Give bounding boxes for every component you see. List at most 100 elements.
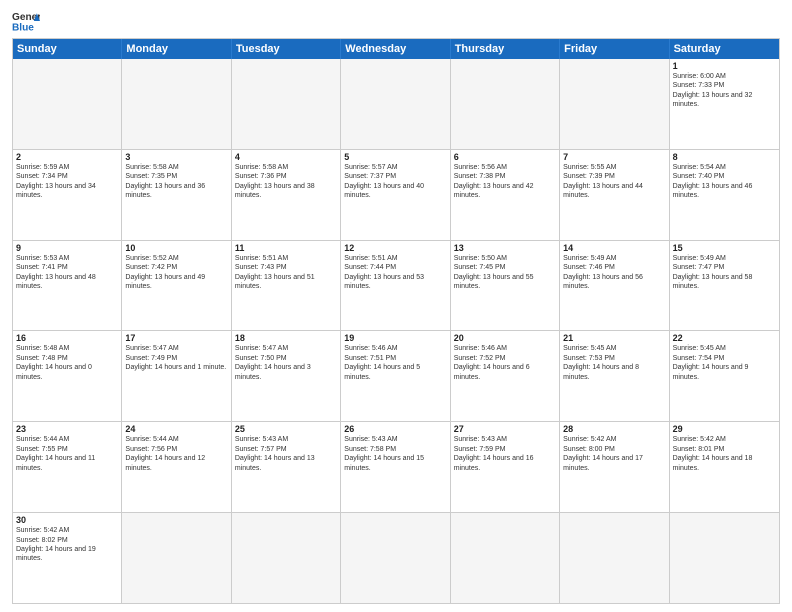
calendar-cell: 22Sunrise: 5:45 AMSunset: 7:54 PMDayligh…: [670, 331, 779, 421]
calendar-cell: 18Sunrise: 5:47 AMSunset: 7:50 PMDayligh…: [232, 331, 341, 421]
day-number: 12: [344, 243, 446, 253]
day-number: 20: [454, 333, 556, 343]
calendar-cell: 7Sunrise: 5:55 AMSunset: 7:39 PMDaylight…: [560, 150, 669, 240]
cell-sun-info: Sunrise: 5:51 AMSunset: 7:44 PMDaylight:…: [344, 254, 446, 292]
cell-sun-info: Sunrise: 5:53 AMSunset: 7:41 PMDaylight:…: [16, 254, 118, 292]
calendar-cell: [232, 59, 341, 149]
calendar-row-5: 30Sunrise: 5:42 AMSunset: 8:02 PMDayligh…: [13, 513, 779, 603]
day-number: 15: [673, 243, 776, 253]
day-number: 7: [563, 152, 665, 162]
cell-sun-info: Sunrise: 5:42 AMSunset: 8:02 PMDaylight:…: [16, 526, 118, 564]
day-header-wednesday: Wednesday: [341, 39, 450, 59]
day-number: 9: [16, 243, 118, 253]
day-number: 3: [125, 152, 227, 162]
cell-sun-info: Sunrise: 5:42 AMSunset: 8:01 PMDaylight:…: [673, 435, 776, 473]
day-number: 14: [563, 243, 665, 253]
cell-sun-info: Sunrise: 5:54 AMSunset: 7:40 PMDaylight:…: [673, 163, 776, 201]
calendar-cell: 20Sunrise: 5:46 AMSunset: 7:52 PMDayligh…: [451, 331, 560, 421]
day-number: 10: [125, 243, 227, 253]
calendar-cell: [670, 513, 779, 603]
cell-sun-info: Sunrise: 5:50 AMSunset: 7:45 PMDaylight:…: [454, 254, 556, 292]
logo-icon: General Blue: [12, 10, 40, 32]
cell-sun-info: Sunrise: 5:43 AMSunset: 7:57 PMDaylight:…: [235, 435, 337, 473]
calendar-cell: 9Sunrise: 5:53 AMSunset: 7:41 PMDaylight…: [13, 241, 122, 331]
cell-sun-info: Sunrise: 5:43 AMSunset: 7:59 PMDaylight:…: [454, 435, 556, 473]
cell-sun-info: Sunrise: 5:46 AMSunset: 7:51 PMDaylight:…: [344, 344, 446, 382]
calendar-cell: 14Sunrise: 5:49 AMSunset: 7:46 PMDayligh…: [560, 241, 669, 331]
day-header-sunday: Sunday: [13, 39, 122, 59]
day-number: 5: [344, 152, 446, 162]
calendar-cell: 21Sunrise: 5:45 AMSunset: 7:53 PMDayligh…: [560, 331, 669, 421]
calendar: SundayMondayTuesdayWednesdayThursdayFrid…: [12, 38, 780, 604]
day-number: 16: [16, 333, 118, 343]
calendar-cell: 12Sunrise: 5:51 AMSunset: 7:44 PMDayligh…: [341, 241, 450, 331]
cell-sun-info: Sunrise: 5:48 AMSunset: 7:48 PMDaylight:…: [16, 344, 118, 382]
calendar-cell: 8Sunrise: 5:54 AMSunset: 7:40 PMDaylight…: [670, 150, 779, 240]
calendar-row-4: 23Sunrise: 5:44 AMSunset: 7:55 PMDayligh…: [13, 422, 779, 513]
cell-sun-info: Sunrise: 5:47 AMSunset: 7:49 PMDaylight:…: [125, 344, 227, 372]
cell-sun-info: Sunrise: 5:51 AMSunset: 7:43 PMDaylight:…: [235, 254, 337, 292]
day-number: 21: [563, 333, 665, 343]
calendar-cell: [122, 59, 231, 149]
cell-sun-info: Sunrise: 5:44 AMSunset: 7:56 PMDaylight:…: [125, 435, 227, 473]
cell-sun-info: Sunrise: 5:49 AMSunset: 7:46 PMDaylight:…: [563, 254, 665, 292]
calendar-cell: 26Sunrise: 5:43 AMSunset: 7:58 PMDayligh…: [341, 422, 450, 512]
day-number: 4: [235, 152, 337, 162]
calendar-cell: 17Sunrise: 5:47 AMSunset: 7:49 PMDayligh…: [122, 331, 231, 421]
cell-sun-info: Sunrise: 5:46 AMSunset: 7:52 PMDaylight:…: [454, 344, 556, 382]
day-header-friday: Friday: [560, 39, 669, 59]
day-number: 8: [673, 152, 776, 162]
calendar-cell: [451, 59, 560, 149]
calendar-cell: 28Sunrise: 5:42 AMSunset: 8:00 PMDayligh…: [560, 422, 669, 512]
calendar-cell: 10Sunrise: 5:52 AMSunset: 7:42 PMDayligh…: [122, 241, 231, 331]
day-header-thursday: Thursday: [451, 39, 560, 59]
day-number: 23: [16, 424, 118, 434]
calendar-cell: [122, 513, 231, 603]
day-number: 1: [673, 61, 776, 71]
calendar-row-1: 2Sunrise: 5:59 AMSunset: 7:34 PMDaylight…: [13, 150, 779, 241]
day-number: 19: [344, 333, 446, 343]
calendar-cell: [341, 59, 450, 149]
calendar-cell: 29Sunrise: 5:42 AMSunset: 8:01 PMDayligh…: [670, 422, 779, 512]
day-header-saturday: Saturday: [670, 39, 779, 59]
calendar-header: SundayMondayTuesdayWednesdayThursdayFrid…: [13, 39, 779, 59]
day-number: 22: [673, 333, 776, 343]
calendar-cell: [451, 513, 560, 603]
cell-sun-info: Sunrise: 5:56 AMSunset: 7:38 PMDaylight:…: [454, 163, 556, 201]
calendar-row-0: 1Sunrise: 6:00 AMSunset: 7:33 PMDaylight…: [13, 59, 779, 150]
cell-sun-info: Sunrise: 6:00 AMSunset: 7:33 PMDaylight:…: [673, 72, 776, 110]
calendar-cell: [232, 513, 341, 603]
page-header: General Blue: [12, 10, 780, 32]
cell-sun-info: Sunrise: 5:49 AMSunset: 7:47 PMDaylight:…: [673, 254, 776, 292]
day-number: 26: [344, 424, 446, 434]
calendar-cell: 16Sunrise: 5:48 AMSunset: 7:48 PMDayligh…: [13, 331, 122, 421]
calendar-cell: 1Sunrise: 6:00 AMSunset: 7:33 PMDaylight…: [670, 59, 779, 149]
calendar-cell: [560, 513, 669, 603]
calendar-cell: [13, 59, 122, 149]
calendar-body: 1Sunrise: 6:00 AMSunset: 7:33 PMDaylight…: [13, 59, 779, 603]
cell-sun-info: Sunrise: 5:58 AMSunset: 7:35 PMDaylight:…: [125, 163, 227, 201]
day-number: 28: [563, 424, 665, 434]
day-number: 6: [454, 152, 556, 162]
calendar-cell: [341, 513, 450, 603]
calendar-cell: 25Sunrise: 5:43 AMSunset: 7:57 PMDayligh…: [232, 422, 341, 512]
day-number: 25: [235, 424, 337, 434]
calendar-cell: 27Sunrise: 5:43 AMSunset: 7:59 PMDayligh…: [451, 422, 560, 512]
calendar-cell: 5Sunrise: 5:57 AMSunset: 7:37 PMDaylight…: [341, 150, 450, 240]
day-number: 18: [235, 333, 337, 343]
day-number: 2: [16, 152, 118, 162]
cell-sun-info: Sunrise: 5:52 AMSunset: 7:42 PMDaylight:…: [125, 254, 227, 292]
calendar-cell: 30Sunrise: 5:42 AMSunset: 8:02 PMDayligh…: [13, 513, 122, 603]
calendar-row-3: 16Sunrise: 5:48 AMSunset: 7:48 PMDayligh…: [13, 331, 779, 422]
cell-sun-info: Sunrise: 5:45 AMSunset: 7:53 PMDaylight:…: [563, 344, 665, 382]
day-number: 11: [235, 243, 337, 253]
calendar-cell: 6Sunrise: 5:56 AMSunset: 7:38 PMDaylight…: [451, 150, 560, 240]
calendar-cell: 11Sunrise: 5:51 AMSunset: 7:43 PMDayligh…: [232, 241, 341, 331]
calendar-cell: 23Sunrise: 5:44 AMSunset: 7:55 PMDayligh…: [13, 422, 122, 512]
calendar-cell: 15Sunrise: 5:49 AMSunset: 7:47 PMDayligh…: [670, 241, 779, 331]
calendar-cell: 4Sunrise: 5:58 AMSunset: 7:36 PMDaylight…: [232, 150, 341, 240]
calendar-cell: 19Sunrise: 5:46 AMSunset: 7:51 PMDayligh…: [341, 331, 450, 421]
calendar-cell: 2Sunrise: 5:59 AMSunset: 7:34 PMDaylight…: [13, 150, 122, 240]
day-number: 30: [16, 515, 118, 525]
cell-sun-info: Sunrise: 5:42 AMSunset: 8:00 PMDaylight:…: [563, 435, 665, 473]
